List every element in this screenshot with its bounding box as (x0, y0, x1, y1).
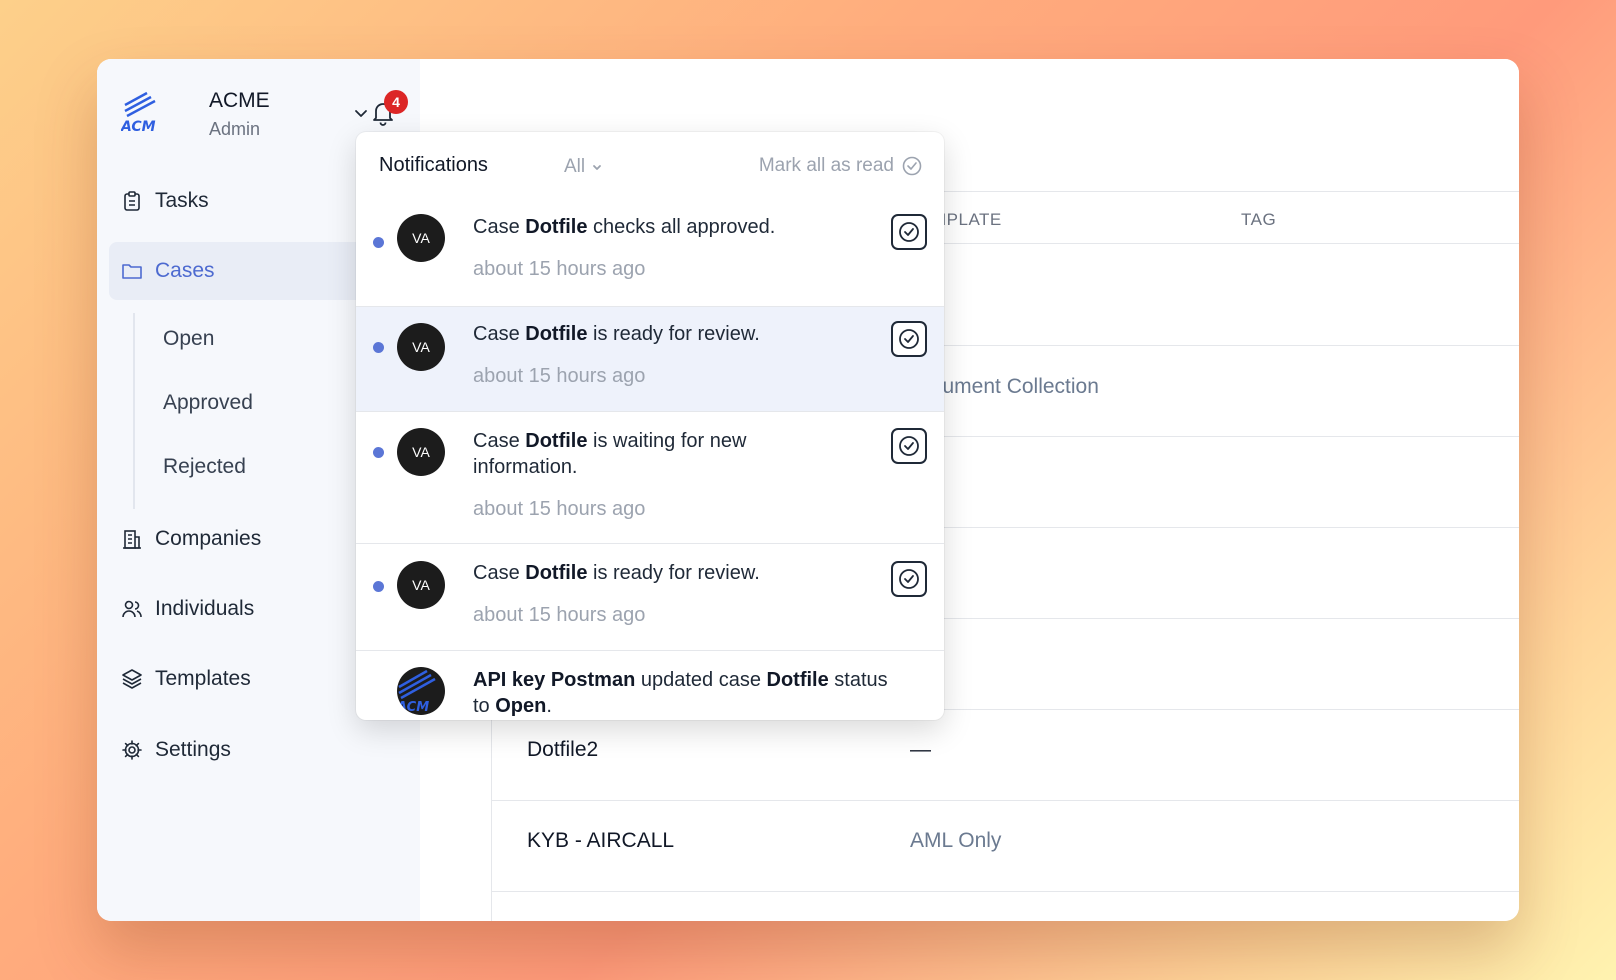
users-icon (122, 600, 142, 618)
subnav-divider (133, 313, 135, 509)
notification-message: Case Dotfile is ready for review. (473, 562, 760, 584)
notifications-panel: Notifications All Mark all as read VA Ca… (356, 132, 944, 720)
sidebar-subitem-open[interactable]: Open (163, 327, 214, 351)
table-cell-name[interactable]: KYB - AIRCALL (527, 829, 674, 853)
avatar: VA (397, 561, 445, 609)
notification-time: about 15 hours ago (473, 365, 646, 387)
chevron-down-icon (593, 165, 602, 170)
notification-message: API key Postman updated case Dotfile sta… (473, 669, 888, 717)
sidebar-item-label: Templates (155, 667, 251, 690)
sidebar-item-label: Individuals (155, 597, 255, 620)
sidebar-item-settings[interactable]: Settings (109, 721, 409, 779)
mark-read-button[interactable] (891, 321, 927, 357)
acme-logo-icon: ACM (121, 91, 156, 135)
table-cell-name[interactable]: Dotfile2 (527, 738, 598, 762)
notifications-header: Notifications All Mark all as read (356, 132, 944, 200)
column-header-tag[interactable]: TAG (1241, 210, 1276, 230)
sidebar-item-label: Tasks (155, 189, 209, 212)
sidebar-subitem-rejected[interactable]: Rejected (163, 455, 246, 479)
mark-read-button[interactable] (891, 428, 927, 464)
mark-all-read-button[interactable]: Mark all as read (759, 155, 922, 177)
check-circle-icon (899, 222, 919, 242)
workspace-name: ACME (209, 89, 270, 112)
filter-label: All (564, 156, 586, 177)
unread-indicator (373, 447, 384, 458)
acme-logo-avatar: ACM (397, 667, 445, 715)
notification-message: Case Dotfile is ready for review. (473, 323, 760, 345)
notification-message: Case Dotfile checks all approved. (473, 216, 776, 238)
notification-item[interactable]: VA Case Dotfile is ready for review. abo… (356, 307, 944, 412)
mark-all-read-label: Mark all as read (758, 155, 894, 176)
acme-logo-icon: ACM (397, 669, 436, 715)
workspace-role: Admin (209, 119, 261, 139)
check-circle-icon (899, 436, 919, 456)
row-divider (492, 891, 1519, 892)
sidebar-subitem-approved[interactable]: Approved (163, 391, 253, 415)
unread-indicator (373, 342, 384, 353)
check-circle-icon (899, 329, 919, 349)
mark-read-button[interactable] (891, 561, 927, 597)
notifications-list: VA Case Dotfile checks all approved. abo… (356, 200, 944, 720)
row-divider (492, 800, 1519, 801)
svg-text:ACM: ACM (121, 119, 156, 135)
notification-count-badge: 4 (384, 90, 408, 114)
avatar: VA (397, 428, 445, 476)
unread-indicator (373, 237, 384, 248)
sidebar-item-label: Cases (155, 259, 215, 282)
notification-item[interactable]: VA Case Dotfile checks all approved. abo… (356, 200, 944, 307)
notifications-title: Notifications (379, 154, 488, 176)
notification-item[interactable]: VA Case Dotfile is ready for review. abo… (356, 544, 944, 651)
sidebar-item-label: Settings (155, 738, 231, 761)
notification-time: about 15 hours ago (473, 604, 646, 626)
building-icon (123, 530, 141, 549)
notification-item[interactable]: ACM API key Postman updated case Dotfile… (356, 651, 944, 720)
notification-message: Case Dotfile is waiting for new informat… (473, 430, 747, 478)
gear-icon (122, 740, 142, 760)
notification-time: about 15 hours ago (473, 258, 646, 280)
avatar: VA (397, 323, 445, 371)
table-cell-template: — (910, 738, 931, 761)
chevron-down-icon (355, 110, 367, 117)
avatar: VA (397, 214, 445, 262)
table-cell-template: cument Collection (932, 375, 1099, 398)
svg-text:ACM: ACM (397, 700, 429, 715)
notification-time: about 15 hours ago (473, 498, 646, 520)
unread-indicator (373, 581, 384, 592)
mark-read-button[interactable] (891, 214, 927, 250)
check-circle-icon (899, 569, 919, 589)
notifications-filter-dropdown[interactable]: All (564, 156, 603, 178)
notification-item[interactable]: VA Case Dotfile is waiting for new infor… (356, 412, 944, 544)
table-cell-template: AML Only (910, 829, 1002, 852)
layers-icon (122, 669, 142, 689)
check-circle-icon (902, 156, 922, 176)
folder-icon (122, 264, 142, 279)
clipboard-icon (124, 191, 140, 211)
sidebar-item-label: Companies (155, 527, 262, 550)
